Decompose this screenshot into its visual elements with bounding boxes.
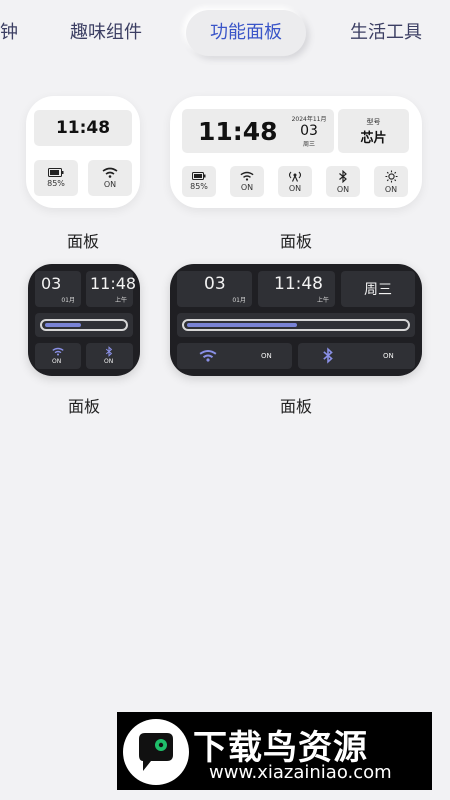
time-tile: 11:48 (34, 110, 132, 146)
wifi-tile[interactable]: ON (88, 160, 132, 196)
widget-label: 面板 (279, 232, 312, 251)
model-label: 型号 (366, 117, 381, 126)
bluetooth-icon (105, 346, 113, 357)
chip-label: 芯片 (360, 130, 387, 146)
date-day: 03 (41, 274, 62, 293)
bird-logo-icon (123, 719, 189, 785)
battery-percent: 85% (47, 179, 65, 188)
time-text: 11:48 (274, 274, 323, 294)
wifi-tile[interactable]: ON (230, 166, 264, 197)
time-text: 11:48 (90, 274, 137, 293)
wifi-icon (240, 171, 254, 181)
wifi-tile[interactable]: ON (177, 343, 292, 369)
bluetooth-tile[interactable]: ON (298, 343, 415, 369)
battery-icon (192, 172, 206, 180)
bluetooth-icon (323, 347, 333, 364)
date-tile: 03 01月 (35, 271, 81, 307)
wifi-status: ON (103, 180, 117, 189)
time-date-tile: 11:48 2024年11月 03 周三 (182, 109, 334, 153)
time-tile: 11:48 上午 (258, 271, 335, 307)
tab-clock[interactable]: 钟 (0, 10, 18, 56)
time-text: 11:48 (198, 116, 278, 146)
hotspot-status: ON (288, 184, 302, 193)
time-ampm: 上午 (316, 297, 329, 304)
dark-large-panel-widget[interactable]: 03 01月 11:48 上午 周三 ON ON (170, 264, 422, 376)
wifi-status: ON (240, 183, 254, 192)
slider-fill (187, 323, 297, 327)
light-small-panel-widget[interactable]: 11:48 85% ON (26, 96, 140, 208)
hotspot-tile[interactable]: ON (278, 166, 312, 197)
banner-url: www.xiazainiao.com (209, 762, 392, 783)
light-large-panel-widget[interactable]: 11:48 2024年11月 03 周三 型号 芯片 85% ON ON ON … (170, 96, 422, 208)
slider-tile (35, 313, 133, 337)
date-day: 03 (204, 274, 226, 294)
hotspot-icon (288, 171, 302, 182)
bluetooth-icon (339, 169, 347, 183)
bluetooth-tile[interactable]: ON (86, 343, 133, 369)
wifi-status: ON (52, 358, 62, 365)
date-header: 2024年11月 (291, 116, 327, 123)
brightness-slider[interactable] (40, 319, 128, 331)
battery-tile[interactable]: 85% (34, 160, 78, 196)
wifi-icon (52, 347, 64, 356)
wifi-tile[interactable]: ON (35, 343, 81, 369)
bluetooth-status: ON (383, 352, 394, 360)
date-weekday: 周三 (303, 141, 316, 148)
date-month: 01月 (61, 297, 75, 304)
weekday-tile: 周三 (341, 271, 415, 307)
brightness-status: ON (384, 184, 398, 194)
brightness-tile[interactable]: ON (374, 166, 408, 197)
bluetooth-status: ON (336, 184, 350, 194)
battery-percent: 85% (190, 182, 208, 191)
date-block: 2024年11月 03 周三 (292, 114, 327, 148)
weekday-text: 周三 (364, 282, 392, 298)
date-tile: 03 01月 (177, 271, 252, 307)
time-ampm: 上午 (114, 297, 127, 304)
tab-life-tools[interactable]: 生活工具 (350, 10, 422, 56)
wifi-icon (199, 349, 217, 362)
brightness-slider[interactable] (182, 319, 410, 331)
time-tile: 11:48 上午 (86, 271, 137, 307)
tab-fun-widgets[interactable]: 趣味组件 (70, 10, 142, 56)
widget-label: 面板 (279, 397, 312, 416)
dark-small-panel-widget[interactable]: 03 01月 11:48 上午 ON ON (28, 264, 140, 376)
wifi-icon (102, 167, 118, 178)
date-day: 03 (300, 123, 318, 139)
battery-tile[interactable]: 85% (182, 166, 216, 197)
brightness-icon (385, 170, 397, 182)
tab-bar: 钟 趣味组件 功能面板 生活工具 (0, 10, 450, 56)
time-text: 11:48 (55, 118, 111, 138)
tab-function-panel[interactable]: 功能面板 (186, 10, 306, 56)
widget-label: 面板 (66, 232, 99, 251)
bluetooth-status: ON (104, 358, 114, 365)
battery-icon (48, 168, 64, 177)
watermark-banner: 下载鸟资源 www.xiazainiao.com (117, 712, 432, 790)
wifi-status: ON (261, 352, 272, 360)
bluetooth-tile[interactable]: ON (326, 166, 360, 197)
chip-tile: 型号 芯片 (338, 109, 409, 153)
widget-label: 面板 (67, 397, 100, 416)
slider-fill (45, 323, 81, 327)
slider-tile (177, 313, 415, 337)
date-month: 01月 (232, 297, 246, 304)
